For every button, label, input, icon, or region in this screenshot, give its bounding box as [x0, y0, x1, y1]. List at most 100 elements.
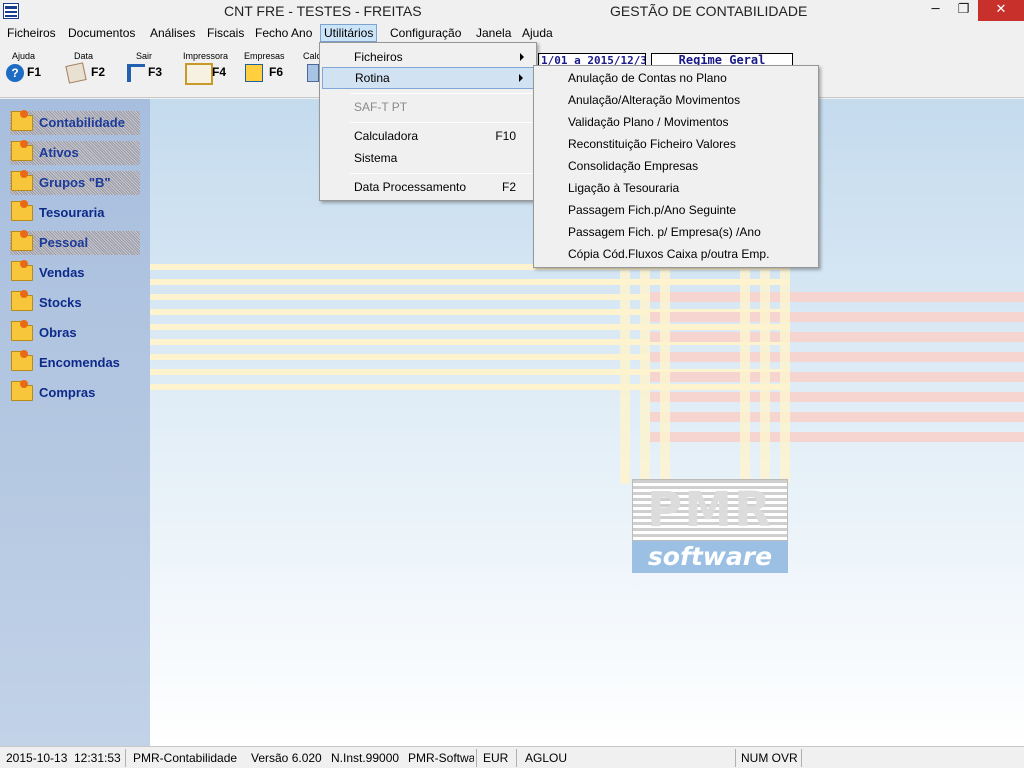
help-label: Ajuda: [12, 51, 36, 61]
folder-icon: [11, 230, 33, 251]
submenu-item[interactable]: Validação Plano / Movimentos: [536, 111, 816, 133]
submenu-item[interactable]: Reconstituição Ficheiro Valores: [536, 133, 816, 155]
sidebar-item-vendas[interactable]: Vendas: [10, 260, 140, 285]
logo-pmr-text: PMR: [632, 479, 788, 541]
sidebar-item-label: Vendas: [39, 265, 85, 280]
date-button[interactable]: Data F2: [65, 51, 110, 91]
menu-item-label: SAF-T PT: [354, 100, 408, 114]
sidebar-item-label: Obras: [39, 325, 77, 340]
menu-item-ficheiros[interactable]: Ficheiros: [322, 46, 534, 68]
background-stripe: [650, 352, 1024, 362]
menu-item-label: Data Processamento: [354, 180, 467, 194]
folder-icon: [11, 350, 33, 371]
folder-icon: [11, 320, 33, 341]
folder-icon: [11, 290, 33, 311]
menu-separator: [350, 122, 534, 123]
calendar-icon: [65, 62, 87, 84]
help-key: F1: [27, 65, 42, 79]
menu-documentos[interactable]: Documentos: [65, 24, 138, 42]
submenu-item[interactable]: Anulação/Alteração Movimentos: [536, 89, 816, 111]
printer-button[interactable]: Impressora F4: [183, 51, 229, 91]
background-stripe: [620, 264, 630, 484]
menu-bar: Ficheiros Documentos Análises Fiscais Fe…: [0, 23, 1024, 43]
submenu-arrow-icon: [520, 53, 524, 61]
submenu-item[interactable]: Cópia Cód.Fluxos Caixa p/outra Emp.: [536, 243, 816, 265]
menu-janela[interactable]: Janela: [473, 24, 514, 42]
sidebar-item-encomendas[interactable]: Encomendas: [10, 350, 140, 375]
menu-fecho-ano[interactable]: Fecho Ano: [252, 24, 315, 42]
sidebar-item-label: Encomendas: [39, 355, 120, 370]
sidebar-item-label: Contabilidade: [39, 115, 125, 130]
exit-button[interactable]: Sair F3: [125, 51, 167, 91]
menu-item-shortcut: F2: [501, 180, 516, 194]
background-stripe: [760, 264, 770, 484]
sidebar-item-tesouraria[interactable]: Tesouraria: [10, 200, 140, 225]
status-company: PMR-Softwa: [408, 751, 474, 765]
sidebar-item-obras[interactable]: Obras: [10, 320, 140, 345]
status-date: 2015-10-13: [6, 751, 68, 765]
background-stripe: [650, 312, 1024, 322]
sidebar-item-label: Tesouraria: [39, 205, 105, 220]
status-separator: [125, 749, 126, 767]
folder-icon: [11, 380, 33, 401]
sidebar-item-label: Stocks: [39, 295, 82, 310]
calculator-button[interactable]: Calc: [303, 51, 321, 91]
app-icon[interactable]: [3, 3, 19, 19]
status-separator: [516, 749, 517, 767]
menu-separator: [350, 93, 534, 94]
sidebar-item-grupos-b[interactable]: Grupos "B": [10, 170, 140, 195]
sidebar-item-label: Compras: [39, 385, 96, 400]
help-button[interactable]: Ajuda ? F1: [6, 51, 46, 91]
menu-item-data-processamento[interactable]: Data Processamento F2: [322, 176, 534, 198]
utilitarios-menu: Ficheiros Rotina SAF-T PT Calculadora F1…: [319, 42, 537, 201]
background-stripe: [650, 392, 1024, 402]
submenu-item[interactable]: Ligação à Tesouraria: [536, 177, 816, 199]
folder-icon: [11, 140, 33, 161]
menu-ficheiros[interactable]: Ficheiros: [4, 24, 59, 42]
submenu-item[interactable]: Passagem Fich. p/ Empresa(s) /Ano: [536, 221, 816, 243]
menu-item-label: Ficheiros: [354, 50, 403, 64]
companies-key: F6: [269, 65, 284, 79]
menu-utilitarios[interactable]: Utilitários: [320, 24, 378, 42]
status-bar: 2015-10-13 12:31:53 PMR-Contabilidade Ve…: [0, 746, 1024, 768]
submenu-item[interactable]: Anulação de Contas no Plano: [536, 67, 816, 89]
exit-icon: [127, 64, 145, 82]
background-stripe: [150, 324, 790, 330]
menu-item-label: Calculadora: [354, 129, 419, 143]
sidebar-item-pessoal[interactable]: Pessoal: [10, 230, 140, 255]
status-app: PMR-Contabilidade: [133, 751, 238, 765]
menu-ajuda[interactable]: Ajuda: [519, 24, 556, 42]
help-icon: ?: [6, 64, 24, 82]
maximize-button[interactable]: ❐: [950, 0, 977, 21]
menu-fiscais[interactable]: Fiscais: [204, 24, 247, 42]
printer-label: Impressora: [183, 51, 229, 61]
minimize-button[interactable]: ─: [922, 0, 949, 21]
sidebar-item-ativos[interactable]: Ativos: [10, 140, 140, 165]
background-stripe: [660, 264, 670, 484]
menu-item-calculadora[interactable]: Calculadora F10: [322, 125, 534, 147]
menu-item-rotina[interactable]: Rotina: [322, 67, 534, 89]
menu-configuracao[interactable]: Configuração: [387, 24, 464, 42]
close-button[interactable]: ✕: [978, 0, 1024, 21]
printer-key: F4: [212, 65, 227, 79]
menu-item-sistema[interactable]: Sistema: [322, 147, 534, 169]
sidebar-item-compras[interactable]: Compras: [10, 380, 140, 405]
status-separator: [476, 749, 477, 767]
menu-analises[interactable]: Análises: [147, 24, 198, 42]
printer-icon: [185, 63, 213, 85]
submenu-item[interactable]: Passagem Fich.p/Ano Seguinte: [536, 199, 816, 221]
submenu-arrow-icon: [519, 74, 523, 82]
menu-item-saft[interactable]: SAF-T PT: [322, 96, 534, 118]
submenu-item[interactable]: Consolidação Empresas: [536, 155, 816, 177]
companies-icon: [245, 64, 263, 82]
sidebar-item-stocks[interactable]: Stocks: [10, 290, 140, 315]
status-separator: [735, 749, 736, 767]
folder-icon: [11, 170, 33, 191]
background-stripe: [150, 384, 790, 390]
status-time: 12:31:53: [74, 751, 121, 765]
pmr-logo: PMR software: [632, 479, 788, 573]
background-stripe: [650, 292, 1024, 302]
sidebar-item-contabilidade[interactable]: Contabilidade: [10, 110, 140, 135]
companies-button[interactable]: Empresas F6: [244, 51, 290, 91]
rotina-submenu: Anulação de Contas no Plano Anulação/Alt…: [533, 65, 819, 268]
